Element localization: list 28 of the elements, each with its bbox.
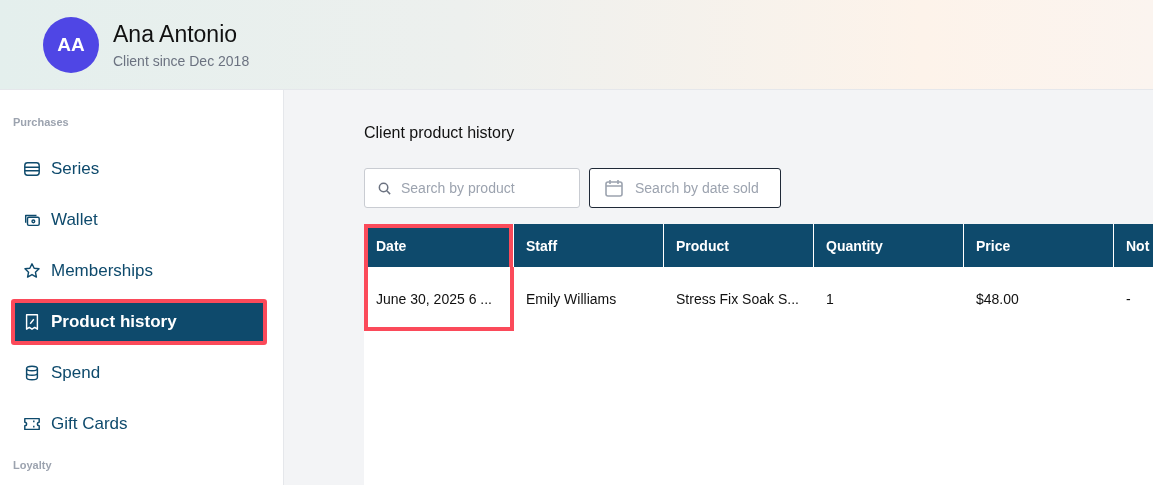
table-cell-text: Emily Williams <box>525 290 618 309</box>
date-field[interactable]: Search by date sold <box>589 168 781 208</box>
search-field[interactable]: Search by product <box>364 168 580 208</box>
sidebar-item[interactable]: Product history <box>15 303 263 341</box>
table-cell-text: $48.00 <box>975 290 1020 309</box>
calendar-icon <box>604 178 624 198</box>
column-header: Product <box>664 224 814 267</box>
ticket-icon <box>23 415 41 433</box>
search-icon <box>377 181 392 196</box>
client-name: Ana Antonio <box>113 20 239 48</box>
column-header: Price <box>964 224 1114 267</box>
avatar: AA <box>43 16 99 73</box>
page-title: Client product history <box>364 124 516 142</box>
section-title: Purchases <box>12 116 70 128</box>
layers-icon <box>23 160 41 178</box>
column-header: Not <box>1114 224 1153 267</box>
table-cell-text: 1 <box>825 290 835 309</box>
table-cell-text: Stress Fix Soak S... <box>675 290 800 309</box>
client-since: Client since Dec 2018 <box>113 52 250 69</box>
column-header: Staff <box>514 224 664 267</box>
receipt-icon <box>23 313 41 331</box>
table-cell-text: - <box>1125 290 1132 309</box>
section-title: Loyalty <box>12 459 53 471</box>
star-icon <box>23 262 41 280</box>
coins-icon <box>23 364 41 382</box>
column-header: Quantity <box>814 224 964 267</box>
column-header: Date <box>364 224 514 267</box>
table-cell: June 30, 2025 6 ... <box>364 267 514 331</box>
